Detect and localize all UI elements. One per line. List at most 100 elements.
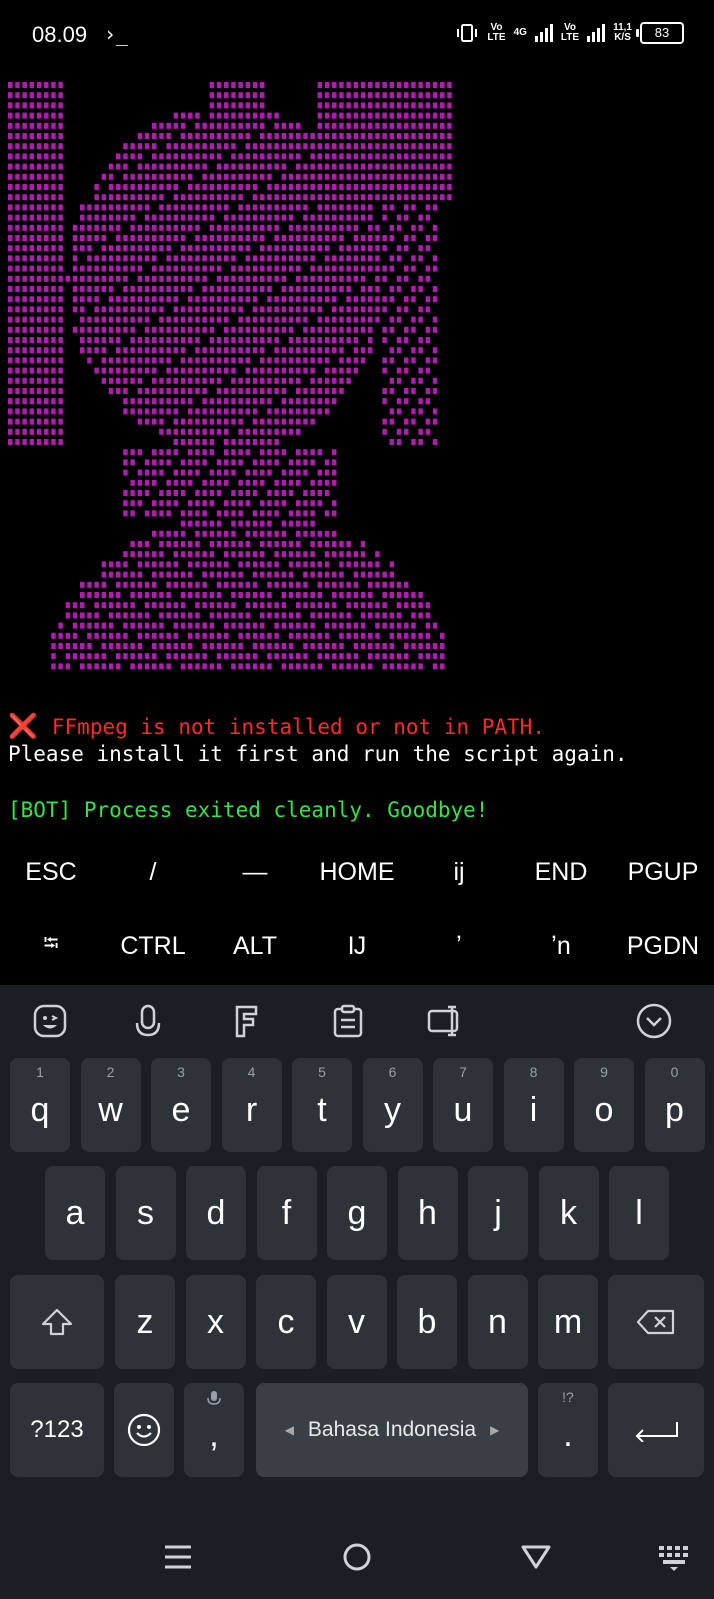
one-handed-mode-icon[interactable]	[424, 999, 468, 1043]
extra-keys-row-1: ESC / — HOME ij END PGUP	[0, 842, 714, 902]
shift-icon	[41, 1308, 73, 1336]
clipboard-icon[interactable]	[326, 999, 370, 1043]
key-g[interactable]: g	[327, 1166, 387, 1260]
shift-key[interactable]	[10, 1275, 104, 1369]
key-number-hint: 8	[529, 1064, 538, 1080]
key-a[interactable]: a	[45, 1166, 105, 1260]
key-letter: r	[245, 1090, 258, 1129]
key-v[interactable]: v	[326, 1275, 387, 1369]
home-key[interactable]: HOME	[306, 842, 408, 902]
key-l[interactable]: l	[609, 1166, 669, 1260]
key-number-hint: 3	[177, 1064, 185, 1080]
alt-key[interactable]: ALT	[204, 916, 306, 976]
backspace-key[interactable]	[608, 1275, 704, 1369]
key-j[interactable]: j	[468, 1166, 528, 1260]
key-u[interactable]: 7u	[433, 1058, 493, 1152]
terminal-output[interactable]: ❌ FFmpeg is not installed or not in PATH.…	[0, 70, 714, 830]
key-k[interactable]: k	[538, 1166, 599, 1260]
clock: 08.09	[32, 22, 88, 47]
error-line: ❌ FFmpeg is not installed or not in PATH.	[8, 712, 545, 740]
ij-key[interactable]: ij	[408, 842, 510, 902]
key-letter: o	[594, 1090, 614, 1129]
extra-keys-row-2: ⭾ CTRL ALT Ĳ ʼ ʼn PGDN	[0, 916, 714, 976]
key-letter: i	[529, 1090, 538, 1129]
key-number-hint: 1	[36, 1064, 44, 1080]
dash-key[interactable]: —	[204, 842, 306, 902]
pgup-key[interactable]: PGUP	[612, 842, 714, 902]
status-icons: Vo LTE 4G Vo LTE 11,1 K/S 83	[455, 22, 684, 44]
key-b[interactable]: b	[397, 1275, 457, 1369]
battery-icon: 83	[636, 22, 684, 44]
pgdn-key[interactable]: PGDN	[612, 916, 714, 976]
apostrophe-key[interactable]: ʼ	[408, 916, 510, 976]
volte-icon-2: Vo LTE	[560, 22, 580, 43]
key-z[interactable]: z	[115, 1275, 175, 1369]
slash-key[interactable]: /	[102, 842, 204, 902]
key-number-hint: 4	[247, 1064, 256, 1080]
emoji-sticker-icon[interactable]	[28, 999, 72, 1043]
mic-hint-icon	[207, 1391, 221, 1405]
space-bar[interactable]: ◀ Bahasa Indonesia ▶	[256, 1383, 528, 1477]
key-f[interactable]: f	[256, 1166, 317, 1260]
smiley-icon	[127, 1413, 161, 1447]
end-key[interactable]: END	[510, 842, 612, 902]
key-y[interactable]: 6y	[362, 1058, 423, 1152]
signal-icon-2	[587, 24, 606, 42]
navigation-bar	[0, 1517, 714, 1599]
period-key[interactable]: !? .	[538, 1383, 598, 1477]
backspace-icon	[636, 1309, 675, 1335]
key-s[interactable]: s	[115, 1166, 176, 1260]
key-letter: t	[317, 1090, 327, 1129]
emoji-key[interactable]	[114, 1383, 174, 1477]
key-x[interactable]: x	[185, 1275, 246, 1369]
network-speed: 11,1 K/S	[613, 23, 632, 43]
key-number-hint: 2	[106, 1064, 115, 1080]
key-h[interactable]: h	[397, 1166, 458, 1260]
collapse-keyboard-icon[interactable]	[632, 999, 676, 1043]
ij-ligature-key[interactable]: Ĳ	[306, 916, 408, 976]
key-number-hint: 7	[459, 1064, 467, 1080]
key-d[interactable]: d	[186, 1166, 246, 1260]
key-r[interactable]: 4r	[221, 1058, 282, 1152]
key-o[interactable]: 9o	[574, 1058, 634, 1152]
key-p[interactable]: 0p	[644, 1058, 705, 1152]
period-label: .	[563, 1415, 573, 1454]
comma-key[interactable]: ,	[184, 1383, 244, 1477]
key-letter: w	[98, 1090, 123, 1129]
right-arrow-icon: ▶	[490, 1423, 500, 1437]
keyboard-switch-icon[interactable]	[655, 1537, 695, 1577]
key-n[interactable]: n	[467, 1275, 528, 1369]
menu-icon[interactable]	[158, 1537, 198, 1577]
esc-key[interactable]: ESC	[0, 842, 102, 902]
key-c[interactable]: c	[256, 1275, 316, 1369]
signal-icon-1	[534, 24, 553, 42]
key-letter: q	[30, 1090, 50, 1129]
tab-key[interactable]: ⭾	[0, 916, 102, 976]
key-i[interactable]: 8i	[503, 1058, 564, 1152]
enter-key[interactable]	[608, 1383, 704, 1477]
font-icon[interactable]	[224, 999, 268, 1043]
ctrl-key[interactable]: CTRL	[102, 916, 204, 976]
key-number-hint: 5	[318, 1064, 326, 1080]
key-letter: y	[384, 1090, 401, 1129]
key-m[interactable]: m	[538, 1275, 598, 1369]
period-hint: !?	[562, 1389, 574, 1405]
error-icon: ❌	[8, 712, 38, 740]
info-message: Please install it first and run the scri…	[8, 742, 628, 766]
back-icon[interactable]	[516, 1537, 556, 1577]
enter-icon	[635, 1422, 678, 1442]
keyboard-toolbar	[0, 985, 714, 1057]
home-icon[interactable]	[337, 1537, 377, 1577]
symbols-key[interactable]: ?123	[10, 1383, 104, 1477]
n-apostrophe-key[interactable]: ʼn	[510, 916, 612, 976]
key-e[interactable]: 3e	[151, 1058, 211, 1152]
bot-message: [BOT] Process exited cleanly. Goodbye!	[8, 798, 489, 822]
key-number-hint: 0	[670, 1064, 679, 1080]
key-q[interactable]: 1q	[10, 1058, 70, 1152]
microphone-icon[interactable]	[126, 999, 170, 1043]
key-t[interactable]: 5t	[292, 1058, 352, 1152]
error-message: FFmpeg is not installed or not in PATH.	[51, 715, 545, 739]
key-w[interactable]: 2w	[80, 1058, 141, 1152]
key-letter: p	[665, 1090, 684, 1129]
key-letter: u	[453, 1090, 473, 1129]
